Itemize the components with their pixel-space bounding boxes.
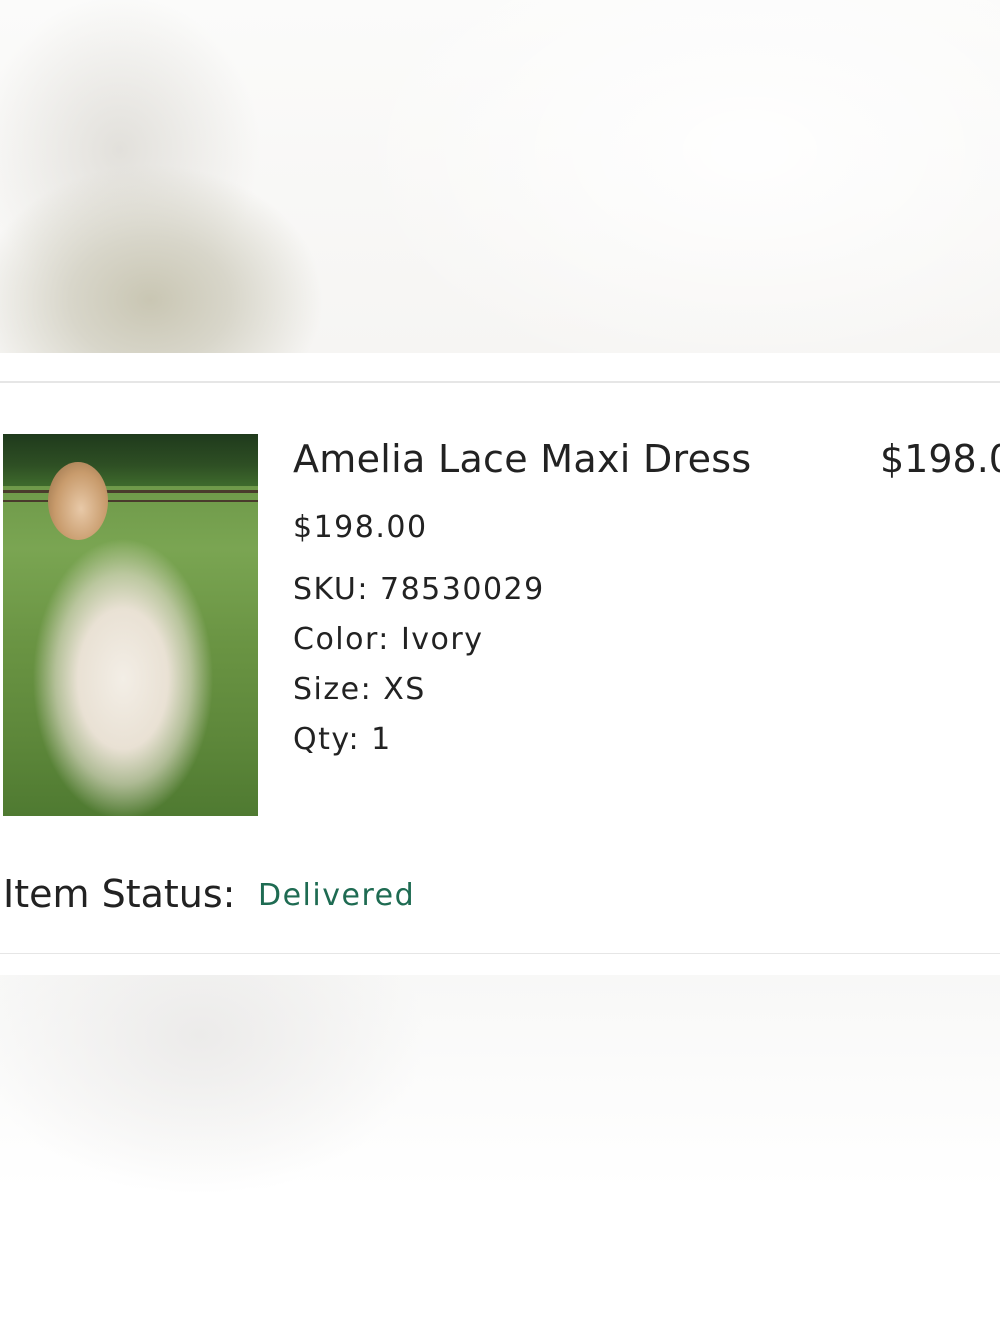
product-color: Color: Ivory [293,622,484,657]
product-name[interactable]: Amelia Lace Maxi Dress [293,437,752,481]
divider [0,953,1000,954]
item-status-label: Item Status: [3,872,236,916]
image-fence [3,490,258,493]
divider [0,381,1000,383]
image-model-head [48,462,108,540]
line-total-price: $198.0 [880,437,1000,481]
blurred-header-area [0,0,1000,353]
product-size: Size: XS [293,672,426,707]
order-item-page: Amelia Lace Maxi Dress $198.0 $198.00 SK… [0,0,1000,1333]
unit-price: $198.00 [293,510,428,545]
product-image[interactable] [3,434,258,816]
product-quantity: Qty: 1 [293,722,392,757]
product-sku: SKU: 78530029 [293,572,545,607]
image-fence [3,500,258,502]
image-trees [3,434,258,486]
image-dress [33,529,233,816]
blurred-footer-area [0,975,1000,1333]
item-status-value: Delivered [258,878,416,913]
